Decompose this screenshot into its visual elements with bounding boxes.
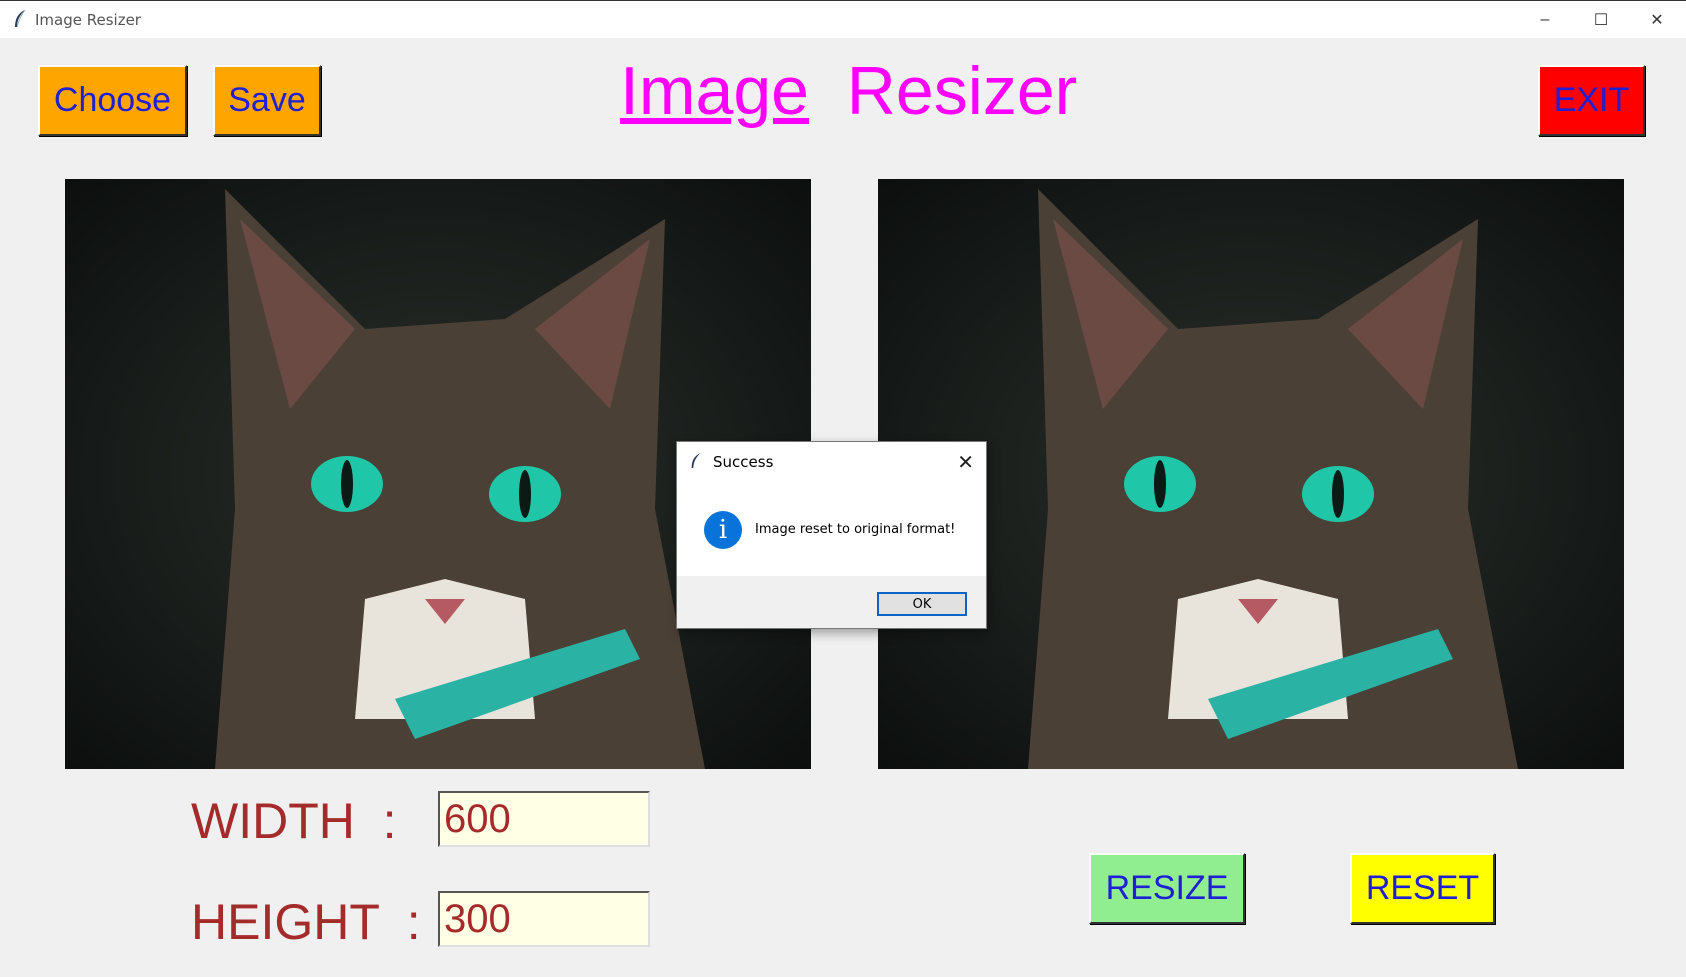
choose-button[interactable]: Choose (38, 65, 187, 136)
app-title-first-word: Image (620, 53, 809, 129)
window-title: Image Resizer (35, 11, 141, 29)
dialog-message: Image reset to original format! (755, 522, 956, 537)
dialog-footer: OK (677, 576, 986, 628)
height-label: HEIGHT : (191, 894, 421, 950)
close-icon[interactable]: ✕ (957, 450, 974, 475)
close-icon[interactable]: ✕ (1628, 1, 1686, 39)
resized-image (878, 179, 1624, 769)
feather-icon (691, 453, 701, 468)
ok-button[interactable]: OK (877, 592, 967, 616)
reset-button[interactable]: RESET (1350, 853, 1495, 924)
resize-button[interactable]: RESIZE (1089, 853, 1245, 924)
exit-button[interactable]: EXIT (1538, 65, 1645, 136)
minimize-icon[interactable]: – (1516, 1, 1574, 39)
dialog-title: Success (713, 453, 774, 471)
width-label: WIDTH : (191, 793, 397, 849)
save-button[interactable]: Save (213, 65, 321, 136)
app-title-second-word: Resizer (846, 53, 1078, 129)
feather-icon (15, 9, 26, 28)
width-input[interactable] (438, 791, 650, 847)
info-icon: i (704, 511, 742, 549)
window-titlebar: Image Resizer – ☐ ✕ (0, 0, 1686, 38)
height-input[interactable] (438, 891, 650, 947)
maximize-icon[interactable]: ☐ (1572, 1, 1630, 39)
app-title: Image Resizer (620, 52, 1077, 130)
success-dialog: Success ✕ i Image reset to original form… (676, 441, 987, 629)
